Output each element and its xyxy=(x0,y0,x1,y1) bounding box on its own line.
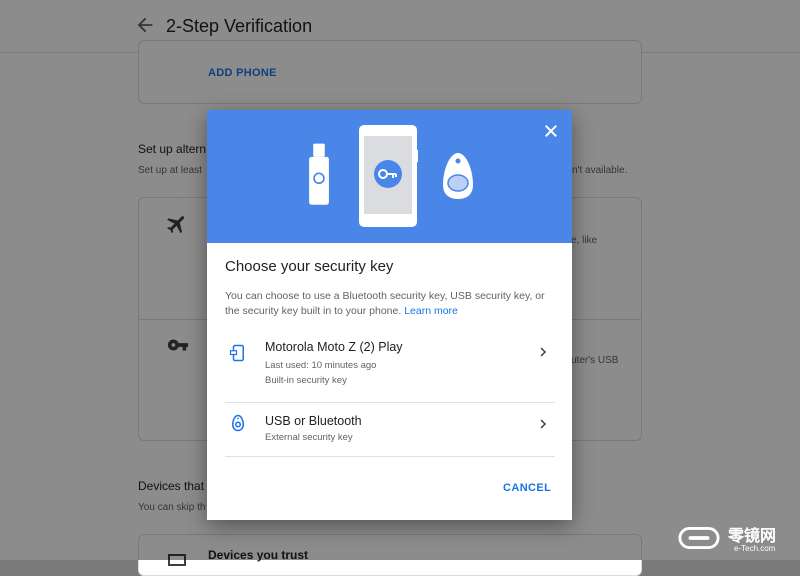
learn-more-link[interactable]: Learn more xyxy=(404,305,458,317)
watermark-brand: 零镜网 xyxy=(728,528,777,545)
dialog-illustration xyxy=(207,110,572,243)
watermark-mark-icon xyxy=(678,527,720,549)
option-type: Built-in security key xyxy=(265,375,347,386)
option-divider xyxy=(225,456,555,457)
watermark-logo: 零镜网 e-Tech.com xyxy=(678,522,798,558)
option-motorola-phone[interactable]: Motorola Moto Z (2) Play Last used: 10 m… xyxy=(225,340,555,400)
cancel-button[interactable]: CANCEL xyxy=(503,482,551,494)
chevron-right-icon xyxy=(540,419,547,429)
close-icon[interactable] xyxy=(542,122,560,140)
option-type: External security key xyxy=(265,432,353,443)
option-divider xyxy=(225,402,555,403)
security-key-icon xyxy=(231,414,245,432)
phone-key-icon xyxy=(229,344,244,362)
option-last-used: Last used: 10 minutes ago xyxy=(265,360,377,371)
dialog-description-text: You can choose to use a Bluetooth securi… xyxy=(225,290,545,317)
option-name: USB or Bluetooth xyxy=(265,414,362,428)
dialog-title: Choose your security key xyxy=(225,258,394,275)
watermark-site: e-Tech.com xyxy=(734,544,776,553)
phone-illustration-icon xyxy=(359,125,418,227)
bluetooth-key-illustration-icon xyxy=(443,153,473,199)
usb-key-illustration-icon xyxy=(309,143,329,205)
option-name: Motorola Moto Z (2) Play xyxy=(265,340,403,354)
dialog-description: You can choose to use a Bluetooth securi… xyxy=(225,289,555,319)
option-usb-bluetooth[interactable]: USB or Bluetooth External security key xyxy=(225,410,555,454)
security-key-dialog: Choose your security key You can choose … xyxy=(207,110,572,520)
chevron-right-icon xyxy=(540,347,547,357)
